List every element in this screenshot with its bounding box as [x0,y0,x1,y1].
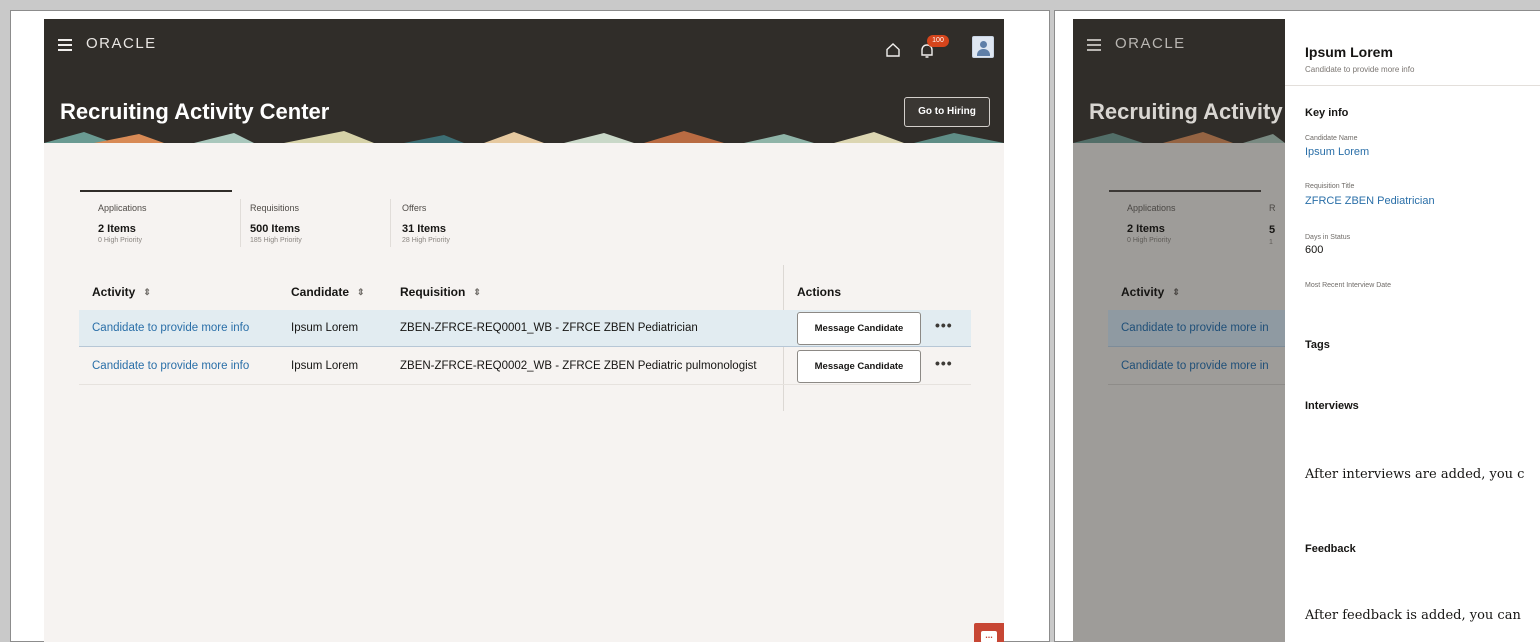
metric-subtext: 185 High Priority [250,237,302,244]
oracle-logo: ORACLE [86,35,157,52]
sort-icon[interactable]: ⇕ [473,287,481,298]
header-label: Activity [92,285,136,299]
candidate-cell: Ipsum Lorem [291,322,359,334]
candidate-cell: Ipsum Lorem [291,360,359,372]
column-header-candidate[interactable]: Candidate ⇕ [291,285,365,299]
feedback-heading: Feedback [1305,543,1356,555]
column-header-actions: Actions [797,285,842,299]
global-header: ORACLE 100 [44,19,1004,75]
message-candidate-button[interactable]: Message Candidate [797,350,921,383]
sort-icon[interactable]: ⇕ [357,287,365,298]
requisition-cell: ZBEN-ZFRCE-REQ0001_WB - ZFRCE ZBEN Pedia… [400,322,698,334]
page-title: Recruiting Activity Center [60,99,330,124]
drawer-subtitle: Candidate to provide more info [1305,65,1415,74]
selected-metric-indicator [1109,190,1261,192]
candidate-detail-drawer: Ipsum Lorem Candidate to provide more in… [1285,19,1540,642]
table-row: Candidate to provide more in [1108,310,1285,347]
metric-value: 2 Items [1127,223,1165,235]
activity-link[interactable]: Candidate to provide more info [92,322,249,334]
divider [1285,85,1540,86]
requisition-cell: ZBEN-ZFRCE-REQ0002_WB - ZFRCE ZBEN Pedia… [400,360,757,372]
selected-metric-indicator [80,190,232,192]
header-label: Activity [1121,285,1165,299]
app-header: ORACLE 100 Recruiting Activity Center Go… [44,19,1004,143]
menu-icon[interactable] [1087,39,1101,51]
right-screenshot: ORACLE Recruiting Activity Applications … [1054,10,1540,642]
requisition-title-label: Requisition Title [1305,183,1355,190]
more-icon[interactable]: ••• [935,317,953,333]
metric-value: 31 Items [402,223,447,235]
metric-value-partial: 5 [1269,224,1276,236]
sort-icon[interactable]: ⇕ [143,287,151,298]
metric-applications: Applications 2 Items 0 High Priority [1127,203,1176,244]
metric-label-partial: R [1269,203,1276,213]
menu-icon[interactable] [58,39,72,51]
chat-icon[interactable]: ... [974,623,1004,642]
table-row[interactable]: Candidate to provide more info Ipsum Lor… [79,348,971,385]
go-to-hiring-button[interactable]: Go to Hiring [904,97,990,127]
more-icon[interactable]: ••• [935,355,953,371]
metric-subtext-partial: 1 [1269,239,1273,246]
column-header-activity: Activity ⇕ [1121,285,1180,299]
oracle-logo: ORACLE [1115,35,1186,52]
requisition-title-link[interactable]: ZFRCE ZBEN Pediatrician [1305,195,1435,207]
banner-pattern [1073,129,1285,143]
header-label: Candidate [291,285,350,299]
banner-pattern [44,129,1004,143]
key-info-heading: Key info [1305,107,1349,119]
table-row[interactable]: Candidate to provide more info Ipsum Lor… [79,310,971,347]
message-candidate-button[interactable]: Message Candidate [797,312,921,345]
recruiting-app-with-drawer: ORACLE Recruiting Activity Applications … [1073,19,1540,642]
interview-date-label: Most Recent Interview Date [1305,282,1391,289]
metric-label: Offers [402,203,427,213]
days-in-status-value: 600 [1305,244,1324,256]
header-label: Requisition [400,285,466,299]
activity-link: Candidate to provide more in [1121,360,1269,372]
feedback-empty-message: After feedback is added, you can [1305,608,1521,623]
metric-subtext: 0 High Priority [1127,237,1171,244]
metric-value: 500 Items [250,223,301,235]
metric-divider [240,199,241,247]
activity-link: Candidate to provide more in [1121,322,1269,334]
metric-label: Requisitions [250,203,300,213]
days-in-status-label: Days in Status [1305,234,1351,241]
left-screenshot: ORACLE 100 Recruiting Activity Center Go… [10,10,1050,642]
home-icon[interactable] [886,43,900,57]
activity-link[interactable]: Candidate to provide more info [92,360,249,372]
interviews-heading: Interviews [1305,400,1359,412]
table-row: Candidate to provide more in [1108,348,1285,385]
tags-heading: Tags [1305,339,1330,351]
candidate-name-link[interactable]: Ipsum Lorem [1305,146,1369,158]
recruiting-app: ORACLE 100 Recruiting Activity Center Go… [44,19,1004,642]
avatar[interactable] [972,36,994,58]
metric-value: 2 Items [98,223,136,235]
interviews-empty-message: After interviews are added, you c [1305,467,1525,482]
metric-offers[interactable]: Offers 31 Items 28 High Priority [402,203,450,244]
column-header-requisition[interactable]: Requisition ⇕ [400,285,481,299]
metric-requisitions[interactable]: Requisitions 500 Items 185 High Priority [250,203,302,244]
app-header: ORACLE Recruiting Activity [1073,19,1285,143]
sort-icon: ⇕ [1172,287,1180,297]
drawer-title: Ipsum Lorem [1305,44,1393,60]
metric-label: Applications [1127,203,1176,213]
metric-subtext: 0 High Priority [98,237,142,244]
metric-subtext: 28 High Priority [402,237,450,244]
metric-applications[interactable]: Applications 2 Items 0 High Priority [98,203,147,244]
metric-divider [390,199,391,247]
page-title: Recruiting Activity [1089,99,1283,124]
candidate-name-label: Candidate Name [1305,135,1358,142]
column-header-activity[interactable]: Activity ⇕ [92,285,151,299]
modal-overlay[interactable]: Applications 2 Items 0 High Priority R 5… [1073,143,1285,642]
notification-badge: 100 [927,35,949,47]
metric-label: Applications [98,203,147,213]
